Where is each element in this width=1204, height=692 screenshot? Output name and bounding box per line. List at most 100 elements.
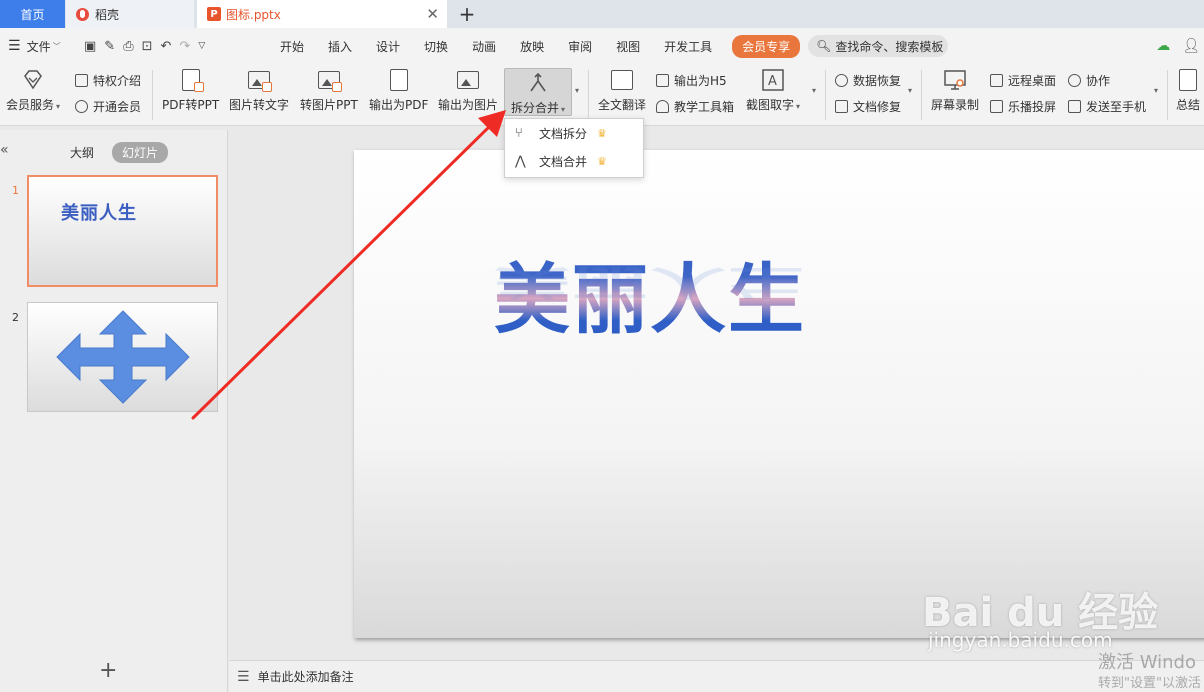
menu-insert[interactable]: 插入	[316, 38, 364, 55]
screen-record-icon	[943, 68, 967, 92]
doc-merge-menu-item[interactable]: ⋀ 文档合并 ♛	[505, 147, 643, 175]
chevron-down-icon: ﹀	[52, 41, 61, 51]
doc-split-label: 文档拆分	[539, 126, 588, 141]
doc-merge-label: 文档合并	[539, 154, 588, 169]
redo-icon[interactable]: ↷	[179, 39, 190, 54]
member-services-label: 会员服务	[6, 98, 55, 112]
member-services-button[interactable]: 会员服务 ▾	[6, 68, 60, 113]
ribbon-divider	[588, 70, 589, 120]
chevron-down-icon: ▾	[796, 102, 801, 111]
save-icon[interactable]: ▣	[84, 39, 96, 54]
user-icon[interactable]: 👤︎	[1182, 38, 1200, 54]
menu-start[interactable]: 开始	[268, 38, 316, 55]
add-slide-button[interactable]: +	[99, 658, 117, 683]
slide-thumbnail-2[interactable]	[27, 302, 218, 412]
export-pdf-button[interactable]: 输出为PDF	[369, 68, 428, 113]
ribbon-expand-caret[interactable]: ▾	[812, 86, 816, 95]
print-preview-icon[interactable]: ⊡	[142, 39, 153, 54]
ribbon-expand-caret[interactable]: ▾	[908, 86, 912, 95]
tab-home[interactable]: 首页	[0, 0, 65, 28]
tab-daoke-label: 稻壳	[95, 7, 120, 22]
remote-desktop-button[interactable]: 远程桌面	[990, 72, 1056, 89]
slide-thumbnail-1[interactable]: 美丽人生	[27, 175, 218, 287]
tab-daoke[interactable]: 稻壳	[66, 0, 194, 28]
check-circle-icon	[75, 100, 88, 113]
export-pdf-label: 输出为PDF	[369, 98, 429, 112]
notes-bar[interactable]: ☰ 单击此处添加备注	[229, 660, 1204, 692]
daoke-logo-icon	[76, 7, 89, 21]
tab-slides[interactable]: 幻灯片	[112, 142, 169, 163]
new-tab-button[interactable]: +	[447, 0, 487, 28]
close-tab-icon[interactable]: ✕	[426, 5, 439, 23]
four-way-arrow-shape	[56, 310, 190, 404]
collaborate-icon	[1068, 74, 1081, 87]
pdf-to-ppt-button[interactable]: PDF转PPT	[162, 68, 219, 113]
translate-icon	[610, 68, 634, 92]
remote-desktop-icon	[990, 74, 1003, 87]
collaborate-button[interactable]: 协作	[1068, 72, 1110, 89]
collapse-panel-icon[interactable]: «	[0, 142, 9, 158]
file-menu-label: 文件	[26, 39, 51, 54]
easy-cast-button[interactable]: 乐播投屏	[990, 98, 1056, 115]
tab-document[interactable]: P 图标.pptx ✕	[197, 0, 447, 28]
send-to-phone-button[interactable]: 发送至手机	[1068, 98, 1146, 115]
ribbon-divider	[152, 70, 153, 120]
activate-windows-hint: 转到"设置"以激活	[1098, 676, 1201, 691]
undo-icon[interactable]: ↶	[161, 39, 172, 54]
data-recovery-label: 数据恢复	[853, 74, 902, 88]
format-painter-icon[interactable]: ✎	[104, 39, 115, 54]
doc-repair-button[interactable]: 文档修复	[835, 98, 901, 115]
vip-exclusive-tab[interactable]: 会员专享	[732, 34, 801, 58]
image-to-text-label: 图片转文字	[229, 98, 290, 112]
file-menu[interactable]: ☰ 文件 ﹀	[0, 38, 78, 55]
tab-outline[interactable]: 大纲	[60, 142, 104, 163]
slide-thumbnail-title: 美丽人生	[61, 203, 137, 224]
export-image-button[interactable]: 输出为图片	[438, 68, 498, 113]
slide-number: 1	[12, 184, 19, 197]
command-search[interactable]: 🔍︎ 查找命令、搜索模板	[808, 35, 949, 57]
menu-transition[interactable]: 切换	[412, 38, 460, 55]
to-image-ppt-button[interactable]: 转图片PPT	[300, 68, 358, 113]
export-h5-label: 输出为H5	[674, 74, 727, 88]
open-member-button[interactable]: 开通会员	[75, 98, 141, 115]
cloud-sync-icon[interactable]: ☁	[1156, 38, 1170, 54]
privilege-icon	[75, 74, 88, 87]
to-image-ppt-label: 转图片PPT	[300, 98, 358, 112]
privilege-intro-button[interactable]: 特权介绍	[75, 72, 141, 89]
screen-record-button[interactable]: 屏幕录制	[931, 68, 979, 113]
collaborate-label: 协作	[1086, 74, 1111, 88]
split-merge-button[interactable]: 拆分合并 ▾	[504, 68, 572, 116]
print-icon[interactable]: ⎙	[123, 39, 133, 54]
remote-desktop-label: 远程桌面	[1008, 74, 1057, 88]
slide-editor[interactable]: 美丽人生 美丽人生	[354, 150, 1204, 638]
ribbon-expand-caret[interactable]: ▾	[575, 86, 579, 95]
crown-icon: ♛	[597, 126, 607, 140]
screenshot-text-button[interactable]: A 截图取字 ▾	[746, 68, 800, 113]
menu-review[interactable]: 审阅	[556, 38, 604, 55]
baidu-site-watermark: jingyan.baidu.com	[928, 628, 1113, 652]
export-image-icon	[456, 68, 480, 92]
image-to-text-button[interactable]: 图片转文字	[229, 68, 289, 113]
menu-view[interactable]: 视图	[604, 38, 652, 55]
top-right-icons: ☁ 👤︎	[1156, 38, 1200, 54]
pdf-to-ppt-icon	[179, 68, 204, 92]
menu-design[interactable]: 设计	[364, 38, 412, 55]
data-recovery-button[interactable]: 数据恢复	[835, 72, 901, 89]
menu-developer[interactable]: 开发工具	[652, 38, 724, 55]
slide-title-reflection: 美丽人生	[494, 262, 806, 303]
menu-animation[interactable]: 动画	[460, 38, 508, 55]
full-translate-button[interactable]: 全文翻译	[598, 68, 646, 113]
slide-thumbnail-panel: « 大纲 幻灯片 1 美丽人生 2 +	[0, 130, 228, 692]
doc-split-menu-item[interactable]: ⑂ 文档拆分 ♛	[505, 119, 643, 147]
full-translate-label: 全文翻译	[598, 98, 647, 112]
send-to-phone-label: 发送至手机	[1086, 100, 1147, 114]
ribbon-expand-caret[interactable]: ▾	[1154, 86, 1158, 95]
customize-quick-access-icon[interactable]: ▽	[198, 41, 205, 51]
teaching-toolbox-button[interactable]: 教学工具箱	[656, 98, 734, 115]
merge-icon: ⋀	[515, 153, 526, 169]
summary-button[interactable]: 总结	[1176, 68, 1200, 113]
teaching-toolbox-label: 教学工具箱	[674, 100, 735, 114]
screenshot-text-icon: A	[761, 68, 785, 92]
export-h5-button[interactable]: 输出为H5	[656, 72, 727, 89]
menu-slideshow[interactable]: 放映	[508, 38, 556, 55]
